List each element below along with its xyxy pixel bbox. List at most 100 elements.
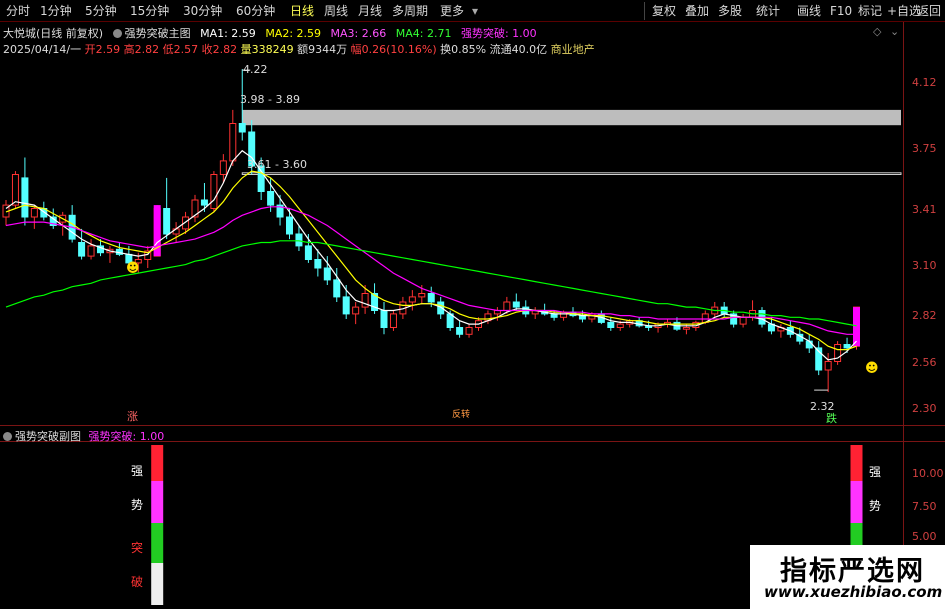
ma-line-ma1 (5, 149, 857, 361)
ytick-2-56: 2.56 (912, 356, 937, 369)
draw-line-button[interactable]: 画线 (797, 3, 821, 19)
sub-char-qiang-2: 强 (869, 465, 882, 479)
panel-divider (0, 425, 945, 426)
candle-body (616, 323, 624, 329)
sub-char-shi-1: 势 (131, 498, 144, 512)
period-weekly[interactable]: 周线 (324, 3, 348, 19)
sub-ytick-5: 5.00 (912, 530, 937, 543)
main-chart-svg (2, 69, 902, 393)
candle-body (78, 242, 86, 257)
ytick-2-30: 2.30 (912, 402, 937, 415)
quote-amount: 额9344万 (297, 43, 348, 56)
candle-body (314, 259, 322, 269)
resistance-zone-2 (241, 172, 902, 176)
candle-body (465, 327, 473, 335)
sub-ytick-7-5: 7.50 (912, 500, 937, 513)
period-more[interactable]: 更多 (440, 3, 464, 19)
dropdown-icon[interactable]: ⌄ (890, 25, 899, 38)
sector-label[interactable]: 商业地产 (551, 43, 595, 56)
diamond-icon[interactable]: ◇ (873, 25, 881, 38)
candle-body (304, 245, 312, 260)
more-dropdown-icon[interactable]: ▾ (472, 3, 478, 19)
main-indicator-name[interactable]: 强势突破主图 (125, 27, 191, 40)
restore-button[interactable]: 复权 (652, 3, 676, 19)
candle-body (163, 208, 171, 235)
candle-body (408, 296, 416, 303)
toolbar-divider (644, 2, 645, 20)
back-button[interactable]: 返回 (917, 3, 941, 19)
candle-body (172, 228, 180, 235)
overlay-button[interactable]: 叠加 (685, 3, 709, 19)
watermark: 指标严选网 www.xuezhibiao.com (750, 545, 945, 609)
candle-body (21, 177, 29, 218)
candle-body (380, 310, 388, 328)
quote-close: 收2.82 (201, 43, 238, 56)
sub-signal-segment (850, 445, 863, 481)
candle-body (333, 279, 341, 298)
candle-body (512, 301, 520, 308)
candle-body (427, 293, 435, 303)
main-info-line: 大悦城(日线 前复权) 强势突破主图 MA1: 2.59 MA2: 2.59 M… (3, 25, 537, 41)
candle-body (30, 208, 38, 218)
candle-body (739, 316, 747, 325)
period-5min[interactable]: 5分钟 (85, 3, 117, 19)
fan-marker: 反转 (452, 410, 471, 420)
smile-icon-1: ☻ (126, 261, 140, 276)
ytick-3-41: 3.41 (912, 203, 937, 216)
period-daily[interactable]: 日线 (290, 3, 314, 19)
period-15min[interactable]: 15分钟 (130, 3, 169, 19)
period-1min[interactable]: 1分钟 (40, 3, 72, 19)
indicator-settings-icon[interactable] (112, 29, 122, 38)
candle-body (503, 301, 511, 311)
high-price-label: 4.22 (243, 63, 268, 76)
quote-info-line: 2025/04/14/一 开2.59 高2.82 低2.57 收2.82 量33… (3, 41, 595, 57)
period-monthly[interactable]: 月线 (358, 3, 382, 19)
candle-body (238, 123, 246, 133)
sub-indicator-settings-icon[interactable] (3, 432, 12, 441)
quote-low: 低2.57 (162, 43, 199, 56)
stock-name-mode: 大悦城(日线 前复权) (3, 27, 104, 40)
candle-body (456, 327, 464, 335)
ma3-value: MA3: 2.66 (330, 27, 387, 40)
multi-stock-button[interactable]: 多股 (718, 3, 742, 19)
quote-high: 高2.82 (123, 43, 160, 56)
ytick-4-12: 4.12 (912, 76, 937, 89)
mark-button[interactable]: 标记 (858, 3, 882, 19)
quote-date: 2025/04/14/一 (3, 43, 82, 56)
ytick-2-82: 2.82 (912, 309, 937, 322)
candle-body (323, 267, 331, 281)
candle-body (219, 160, 227, 176)
candle-body (286, 216, 293, 235)
quote-turnover: 换0.85% (440, 43, 487, 56)
statistics-button[interactable]: 统计 (756, 3, 780, 19)
sub-char-po-1: 破 (131, 575, 144, 589)
sub-ytick-10: 10.00 (912, 467, 944, 480)
watermark-url: www.xuezhibiao.com (764, 583, 943, 601)
candle-body (805, 340, 813, 349)
candle-body (682, 327, 690, 330)
sub-signal-segment (151, 481, 164, 523)
sub-signal-segment (151, 445, 164, 481)
quote-float: 流通40.0亿 (489, 43, 548, 56)
period-60min[interactable]: 60分钟 (236, 3, 275, 19)
main-chart[interactable]: 4.12 3.75 3.41 3.10 2.82 2.56 2.30 4.22 … (0, 56, 945, 425)
period-multi[interactable]: 多周期 (392, 3, 428, 19)
quote-open: 开2.59 (84, 43, 121, 56)
period-30min[interactable]: 30分钟 (183, 3, 222, 19)
candle-body (11, 174, 19, 206)
period-fenshi[interactable]: 分时 (6, 3, 30, 19)
sub-char-shi-2: 势 (869, 499, 882, 513)
candle-body (342, 296, 350, 315)
zhang-marker: 涨 (127, 410, 138, 423)
add-watchlist-button[interactable]: +自选 (887, 3, 921, 19)
sub-signal-segment (151, 523, 164, 563)
candle-body (843, 344, 851, 349)
ytick-3-75: 3.75 (912, 142, 937, 155)
ma2-value: MA2: 2.59 (265, 27, 322, 40)
quote-volume: 量338249 (240, 43, 294, 56)
f10-button[interactable]: F10 (830, 3, 852, 19)
top-toolbar: 分时 1分钟 5分钟 15分钟 30分钟 60分钟 日线 周线 月线 多周期 更… (0, 0, 945, 22)
signal-bar (853, 307, 860, 347)
signal-value: 强势突破: 1.00 (460, 27, 537, 40)
quote-change: 幅0.26(10.16%) (350, 43, 437, 56)
